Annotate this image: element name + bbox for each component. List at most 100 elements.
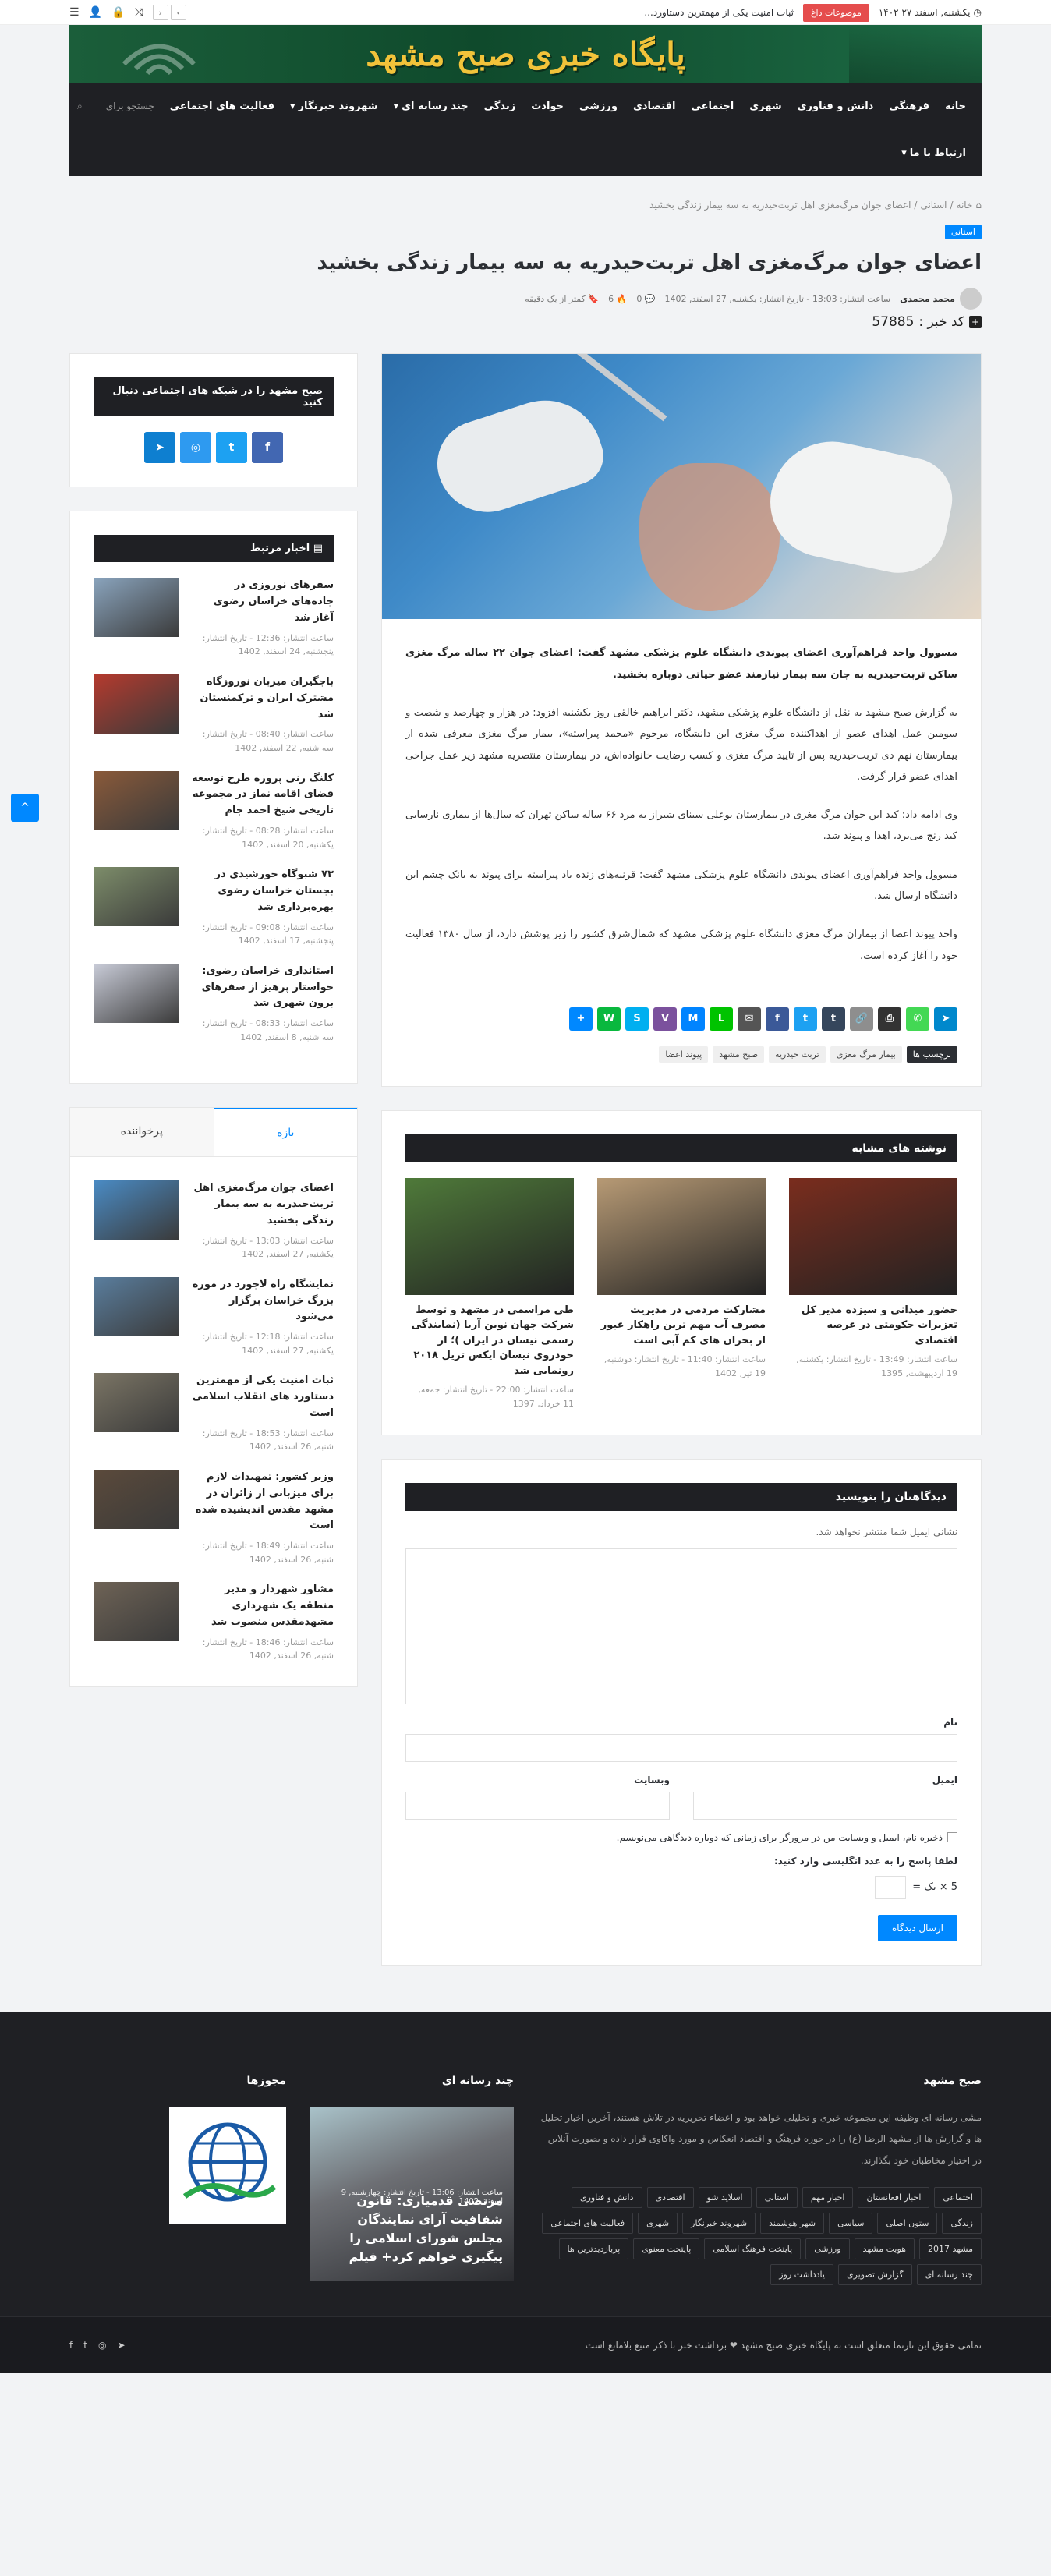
comment-textarea[interactable] [405, 1548, 957, 1704]
nav-item-3[interactable]: شهری [741, 83, 789, 129]
footer-tag[interactable]: ستون اصلی [877, 2213, 938, 2235]
header-banner[interactable]: پایگاه خبری صبح مشهد [69, 25, 982, 83]
nav-item-0[interactable]: خانه [937, 83, 974, 129]
side-post-thumbnail[interactable] [94, 1276, 179, 1336]
related-post-image[interactable] [597, 1177, 766, 1295]
side-post-title[interactable]: اعضای جوان مرگ‌مغزی اهل تربت‌حیدریه به س… [190, 1180, 334, 1229]
link-icon[interactable]: 🔗 [850, 1007, 873, 1031]
side-post[interactable]: مشاور شهردار و مدیر منطقه یک شهرداری مشه… [94, 1582, 334, 1663]
footer-tag[interactable]: یادداشت روز [770, 2264, 833, 2286]
ticker-next-button[interactable]: ‹ [152, 5, 168, 20]
post-tag[interactable]: تربت حیدریه [769, 1046, 826, 1063]
line-icon[interactable]: L [710, 1007, 733, 1031]
category-badge[interactable]: استانی [944, 225, 982, 239]
menu-icon[interactable]: ☰ [69, 6, 80, 19]
messenger-icon[interactable]: M [681, 1007, 705, 1031]
related-post-title[interactable]: طی مراسمی در مشهد و توسط شرکت جهان نوین … [405, 1303, 574, 1379]
footer-tag[interactable]: دانش و فناوری [571, 2187, 642, 2209]
related-post[interactable]: حضور میدانی و سیزده مدیر کل تعزیرات حکوم… [789, 1177, 957, 1411]
twitter-icon[interactable]: t [216, 432, 247, 464]
facebook-icon[interactable]: f [766, 1007, 789, 1031]
side-post-title[interactable]: ۷۳ شبوگاه خورشیدی در بجستان خراسان رضوی … [190, 867, 334, 915]
side-post-thumbnail[interactable] [94, 1180, 179, 1240]
related-post-image[interactable] [405, 1177, 574, 1295]
side-post[interactable]: وزیر کشور: تمهیدات لازم برای میزبانی از … [94, 1470, 334, 1566]
breadcrumb-home[interactable]: خانه [957, 200, 973, 211]
nav-item-6[interactable]: ورزشی [572, 83, 625, 129]
side-post-thumbnail[interactable] [94, 963, 179, 1023]
footer-tag[interactable]: هویت مشهد [854, 2238, 915, 2260]
side-post-title[interactable]: وزیر کشور: تمهیدات لازم برای میزبانی از … [190, 1470, 334, 1534]
post-tag[interactable]: پیوند اعضا [659, 1046, 709, 1063]
footer-tag[interactable]: پایتخت معنوی [633, 2238, 700, 2260]
ticker-link[interactable]: ثبات امنیت یکی از مهمترین دستاورد... [644, 7, 794, 18]
side-post[interactable]: ثبات امنیت یکی از مهمترین دستاورد های ان… [94, 1373, 334, 1454]
footer-tag[interactable]: گزارش تصویری [837, 2264, 912, 2286]
tab-latest[interactable]: تازه [214, 1108, 357, 1157]
footer-tag[interactable]: فعالیت های اجتماعی [542, 2213, 634, 2235]
skype-icon[interactable]: S [625, 1007, 649, 1031]
footer-tag[interactable]: چند رسانه ای [916, 2264, 982, 2286]
footer-media-post[interactable]: ساعت انتشار: 13:06 - تاریخ انتشار: چهارش… [310, 2107, 514, 2281]
related-post-title[interactable]: حضور میدانی و سیزده مدیر کل تعزیرات حکوم… [789, 1303, 957, 1349]
side-post-title[interactable]: استانداری خراسان رضوی: خواستار پرهیز از … [190, 964, 334, 1012]
telegram-icon[interactable]: ➤ [934, 1007, 957, 1031]
author[interactable]: محمد محمدی [900, 288, 982, 310]
side-post-thumbnail[interactable] [94, 1470, 179, 1530]
wechat-icon[interactable]: W [597, 1007, 621, 1031]
footer-tag[interactable]: ورزشی [805, 2238, 850, 2260]
telegram-icon[interactable]: ➤ [144, 432, 175, 464]
side-post[interactable]: کلنگ زنی پروژه طرح توسعه فضای اقامه نماز… [94, 770, 334, 852]
search-icon[interactable]: ⌕ [77, 101, 83, 112]
nav-item-1[interactable]: فرهنگی [881, 83, 937, 129]
whatsapp-icon[interactable]: ✆ [906, 1007, 929, 1031]
nav-item-10[interactable]: شهروند خبرنگار ▾ [282, 83, 386, 129]
print-icon[interactable]: ⎙ [878, 1007, 901, 1031]
instagram-icon[interactable]: ◎ [180, 432, 211, 464]
footer-tag[interactable]: شهری [638, 2213, 678, 2235]
search-input[interactable]: جستجو برای [106, 101, 154, 111]
nav-item-7[interactable]: حوادث [523, 83, 572, 129]
side-post-thumbnail[interactable] [94, 674, 179, 734]
side-post-thumbnail[interactable] [94, 1582, 179, 1642]
save-info-checkbox[interactable] [947, 1832, 957, 1843]
nav-item-5[interactable]: اقتصادی [625, 83, 684, 129]
tab-popular[interactable]: پرخواننده [70, 1108, 214, 1157]
facebook-icon[interactable]: f [252, 432, 283, 464]
footer-tag[interactable]: پربازدیدترین ها [558, 2238, 629, 2260]
name-field[interactable] [405, 1733, 957, 1762]
side-post[interactable]: باجگیران میزبان نوروزگاه مشترک ایران و ت… [94, 674, 334, 755]
footer-tag[interactable]: استانی [756, 2187, 798, 2209]
footer-tag[interactable]: سیاسی [829, 2213, 873, 2235]
side-post-thumbnail[interactable] [94, 867, 179, 927]
side-post[interactable]: استانداری خراسان رضوی: خواستار پرهیز از … [94, 963, 334, 1045]
footer-tag[interactable]: اقتصادی [646, 2187, 694, 2209]
tumblr-icon[interactable]: t [822, 1007, 845, 1031]
post-tag[interactable]: بیمار مرگ مغزی [830, 1046, 902, 1063]
nav-item-8[interactable]: زندگی [476, 83, 524, 129]
side-post-title[interactable]: مشاور شهردار و مدیر منطقه یک شهرداری مشه… [190, 1582, 334, 1630]
side-post-thumbnail[interactable] [94, 770, 179, 830]
post-tag[interactable]: صبح مشهد [713, 1046, 765, 1063]
share-plus-icon[interactable]: + [569, 1007, 593, 1031]
side-post-title[interactable]: باجگیران میزبان نوروزگاه مشترک ایران و ت… [190, 674, 334, 723]
website-field[interactable] [405, 1791, 670, 1820]
side-post[interactable]: اعضای جوان مرگ‌مغزی اهل تربت‌حیدریه به س… [94, 1180, 334, 1261]
submit-comment-button[interactable]: ارسال دیدگاه [877, 1914, 957, 1941]
footer-tag[interactable]: اسلاید شو [698, 2187, 752, 2209]
email-icon[interactable]: ✉ [738, 1007, 761, 1031]
related-post[interactable]: طی مراسمی در مشهد و توسط شرکت جهان نوین … [405, 1177, 574, 1411]
nav-item-4[interactable]: اجتماعی [684, 83, 742, 129]
footer-tag[interactable]: اجتماعی [934, 2187, 982, 2209]
side-post-thumbnail[interactable] [94, 1373, 179, 1433]
nav-item-contact[interactable]: ارتباط با ما ▾ [894, 129, 974, 176]
breadcrumb-category[interactable]: استانی [920, 200, 947, 211]
nav-item-9[interactable]: چند رسانه ای ▾ [386, 83, 476, 129]
related-post-title[interactable]: مشارکت مردمی در مدیریت مصرف آب مهم ترین … [597, 1303, 766, 1349]
side-post-thumbnail[interactable] [94, 578, 179, 638]
twitter-icon[interactable]: t [83, 2340, 87, 2351]
search-box[interactable]: جستجو برای ⌕ [77, 83, 154, 129]
back-to-top-button[interactable]: ^ [11, 794, 39, 822]
side-post-title[interactable]: ثبات امنیت یکی از مهمترین دستاورد های ان… [190, 1373, 334, 1421]
facebook-icon[interactable]: f [69, 2340, 73, 2351]
